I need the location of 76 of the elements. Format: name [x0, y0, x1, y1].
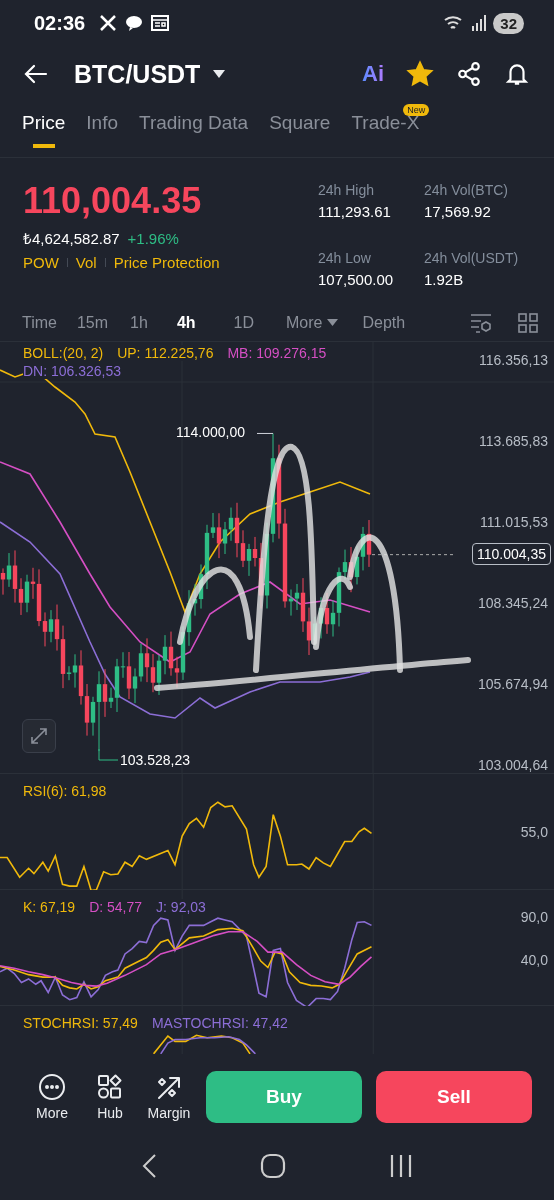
stat-label: 24h Vol(BTC)	[424, 182, 510, 198]
stat-label: 24h Vol(USDT)	[424, 250, 520, 266]
kdj-axis-label: 90,0	[520, 909, 548, 925]
interval-tab[interactable]: More	[286, 313, 339, 332]
caret-icon[interactable]	[212, 69, 227, 79]
interval-tab[interactable]: Time	[22, 313, 57, 332]
news-icon	[151, 15, 170, 31]
more-icon	[38, 1073, 66, 1101]
stat-value: 107,500.00	[318, 271, 395, 288]
stat-label: 24h High	[318, 182, 376, 198]
info-tag[interactable]: POW	[23, 254, 59, 271]
home-nav-icon[interactable]	[260, 1153, 286, 1179]
tab[interactable]: Price	[22, 112, 66, 148]
price-axis-label: 105.674,94	[477, 675, 548, 692]
stat-label: 24h Low	[318, 250, 372, 266]
low-price-marker: 103.528,23	[120, 752, 191, 768]
fiat-price: ₺4,624,582.87	[23, 229, 120, 248]
caret-icon	[327, 319, 339, 326]
interval-tab[interactable]: 4h	[176, 313, 196, 332]
price-axis-label: 113.685,83	[478, 432, 548, 449]
x-logo-icon	[99, 14, 118, 32]
interval-tab[interactable]: Depth	[362, 313, 406, 332]
rsi-axis-label: 55,0	[520, 824, 548, 840]
high-leader-line	[256, 432, 274, 434]
grid-icon[interactable]	[518, 312, 538, 333]
price-axis-label: 108.345,24	[477, 594, 548, 611]
indicator-legend: BOLL:(20, 2)	[23, 345, 104, 361]
price-axis-label: 103.004,64	[477, 756, 548, 773]
action-button[interactable]: More	[30, 1073, 74, 1121]
price-axis-label: 111.015,53	[480, 513, 548, 530]
price-change: +1.96%	[127, 229, 179, 247]
last-price-tag: 110.004,35	[471, 542, 551, 565]
info-tag[interactable]: Price Protection	[113, 254, 220, 271]
indicator-legend: UP: 112.225,76	[117, 345, 214, 361]
bell-icon[interactable]	[504, 61, 530, 87]
chat-icon	[125, 15, 144, 31]
expand-button[interactable]	[22, 719, 56, 753]
indicator-legend: K: 67,19	[23, 899, 76, 915]
status-time: 02:36	[34, 11, 86, 35]
indicator-legend: D: 54,77	[89, 899, 143, 915]
indicator-legend: J: 92,03	[156, 899, 206, 915]
stat-value: 1.92B	[424, 271, 465, 288]
back-nav-icon[interactable]	[141, 1153, 158, 1179]
recents-nav-icon[interactable]	[388, 1154, 413, 1178]
low-leader-line	[98, 748, 119, 761]
indicator-settings-icon[interactable]	[470, 312, 492, 333]
indicator-legend: MASTOCHRSI: 47,42	[151, 1015, 288, 1031]
high-price-marker: 114.000,00	[176, 424, 246, 441]
indicator-legend: MB: 109.276,15	[227, 345, 327, 361]
share-icon[interactable]	[456, 61, 482, 87]
price-axis-label: 116.356,13	[478, 352, 548, 368]
indicator-legend: DN: 106.326,53	[23, 363, 122, 379]
pair-title[interactable]: BTC/USDT	[74, 59, 201, 89]
stat-value: 17,569.92	[424, 203, 492, 220]
indicator-legend: STOCHRSI: 57,49	[23, 1015, 138, 1031]
tab[interactable]: Square	[269, 112, 331, 148]
action-button[interactable]: Hub	[88, 1073, 132, 1121]
stat-value: 111,293.61	[318, 203, 392, 220]
apps-icon	[96, 1073, 124, 1101]
back-icon[interactable]	[24, 64, 48, 84]
info-tag[interactable]: Vol	[75, 254, 97, 271]
sell-button[interactable]: Sell	[376, 1071, 532, 1123]
battery-level: 32	[493, 12, 524, 34]
new-badge: New	[403, 104, 430, 116]
expand-icon	[29, 726, 49, 746]
indicator-legend: RSI(6): 61,98	[23, 783, 107, 799]
tab[interactable]: Info	[86, 112, 118, 148]
star-icon[interactable]	[406, 60, 434, 88]
interval-tab[interactable]: 15m	[76, 313, 109, 332]
interval-tab[interactable]: 1D	[233, 313, 254, 332]
kdj-axis-label: 40,0	[520, 952, 548, 968]
interval-tab[interactable]: 1h	[130, 313, 148, 332]
tab[interactable]: Trading Data	[139, 112, 249, 148]
last-price: 110,004.35	[23, 180, 203, 222]
signal-icon	[471, 15, 488, 31]
action-button[interactable]: Margin	[146, 1073, 192, 1121]
